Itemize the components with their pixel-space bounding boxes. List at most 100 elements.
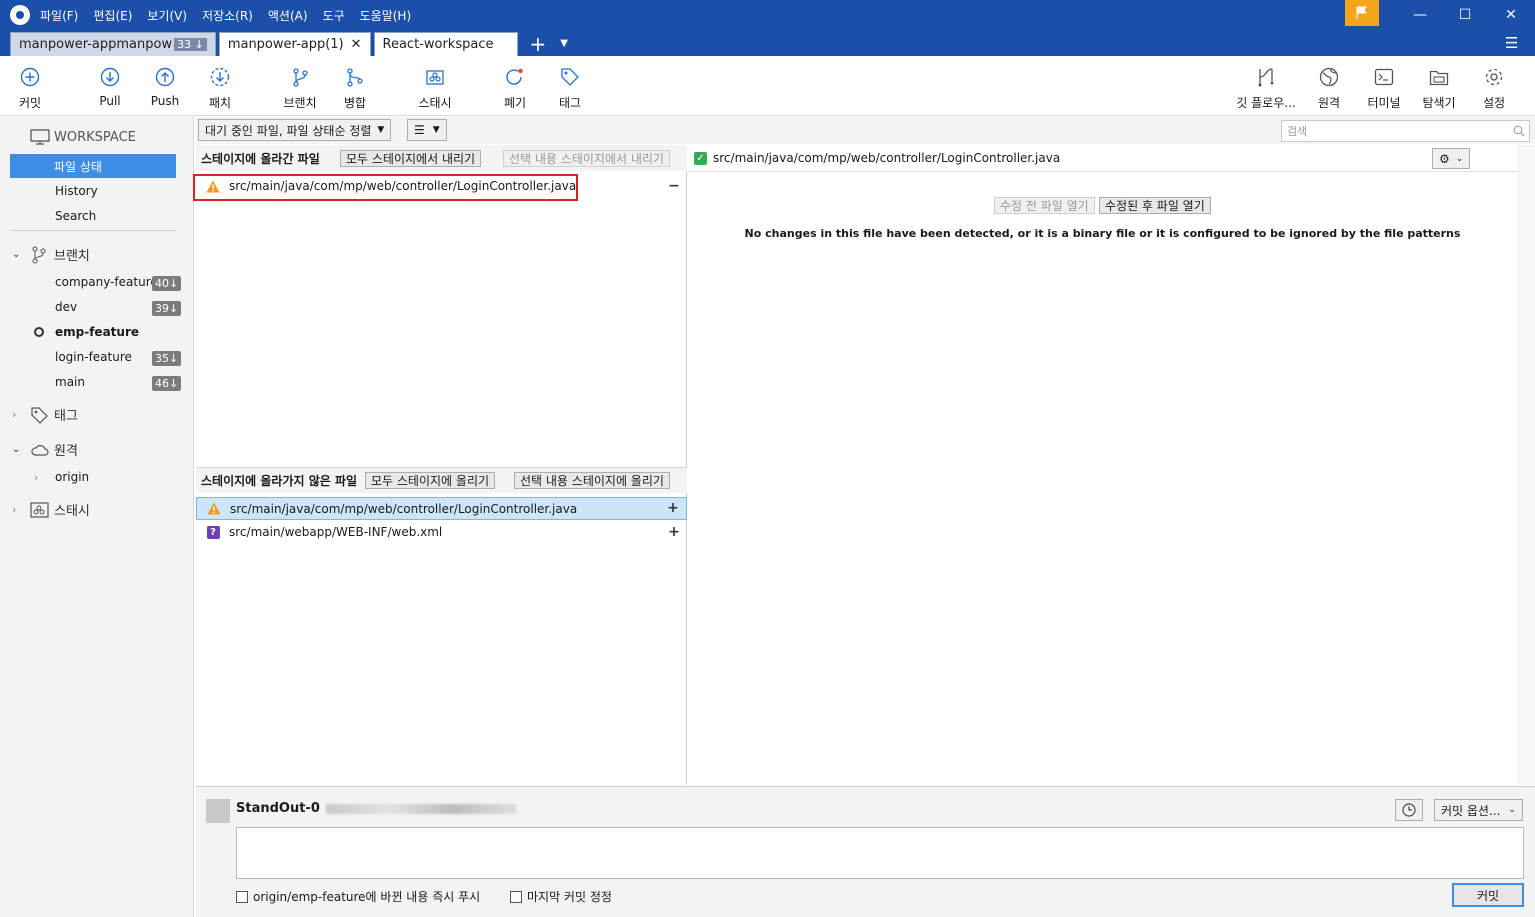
- menu-repository[interactable]: 저장소(R): [202, 7, 253, 24]
- stash-button[interactable]: 스태시: [405, 66, 465, 111]
- no-changes-message: No changes in this file have been detect…: [744, 227, 1461, 240]
- stage-file-plus-icon[interactable]: +: [666, 500, 680, 516]
- tab-manpower-appmanpow[interactable]: manpower-appmanpow 33 ↓: [10, 32, 216, 56]
- minimize-icon[interactable]: —: [1398, 0, 1442, 30]
- clock-icon: [1402, 803, 1416, 817]
- unstaged-file-row[interactable]: ? src/main/webapp/WEB-INF/web.xml +: [196, 521, 687, 543]
- file-path: src/main/webapp/WEB-INF/web.xml: [229, 525, 443, 539]
- stashes-header[interactable]: › 스태시: [12, 500, 90, 519]
- branch-behind-count: 39↓: [152, 301, 182, 316]
- diff-scrollbar[interactable]: [1518, 145, 1535, 785]
- branch-login-feature[interactable]: login-feature: [55, 350, 132, 364]
- tab-badge: 33 ↓: [174, 38, 207, 51]
- commit-message-input[interactable]: [236, 827, 1524, 879]
- push-button[interactable]: Push: [135, 66, 195, 108]
- menu-actions[interactable]: 액션(A): [268, 7, 308, 24]
- unstage-selected-button[interactable]: 선택 내용 스테이지에서 내리기: [503, 150, 670, 167]
- sort-dropdown[interactable]: 대기 중인 파일, 파일 상태순 정렬 ▼: [198, 119, 392, 141]
- menu-file[interactable]: 파일(F): [40, 7, 78, 24]
- stage-file-plus-icon[interactable]: +: [667, 524, 681, 540]
- list-icon: ☰: [414, 123, 425, 137]
- unstaged-title: 스테이지에 올라가지 않은 파일: [201, 474, 358, 488]
- discard-icon: [504, 66, 526, 88]
- merge-button[interactable]: 병합: [325, 66, 385, 111]
- open-after-button[interactable]: 수정된 후 파일 열기: [1099, 197, 1211, 214]
- new-tab-icon[interactable]: +: [530, 32, 547, 56]
- amend-label: 마지막 커밋 정정: [527, 890, 612, 904]
- branch-name: main: [55, 375, 85, 389]
- branches-header[interactable]: ⌄ 브랜치: [12, 245, 90, 264]
- commit-button[interactable]: 커밋: [1452, 883, 1524, 907]
- pull-button[interactable]: Pull: [80, 66, 140, 108]
- stage-all-button[interactable]: 모두 스테이지에 올리기: [365, 472, 496, 489]
- unstage-all-button[interactable]: 모두 스테이지에서 내리기: [340, 150, 482, 167]
- stage-selected-button[interactable]: 선택 내용 스테이지에 올리기: [514, 472, 670, 489]
- terminal-button[interactable]: 터미널: [1354, 66, 1414, 111]
- branch-button[interactable]: 브랜치: [270, 66, 330, 111]
- remotes-header[interactable]: ⌄ 원격: [12, 440, 78, 459]
- checkmark-icon: ✓: [694, 151, 707, 165]
- branch-company-feature[interactable]: company-feature: [55, 275, 158, 289]
- menu-edit[interactable]: 편집(E): [93, 7, 132, 24]
- remote-button[interactable]: 원격: [1299, 66, 1359, 111]
- sidebar: WORKSPACE 파일 상태 History Search ⌄ 브랜치 com…: [0, 117, 194, 917]
- tag-button[interactable]: 태그: [540, 66, 600, 111]
- push-immediately-checkbox[interactable]: origin/emp-feature에 바뀐 내용 즉시 푸시: [236, 888, 480, 905]
- staged-title: 스테이지에 올라간 파일: [201, 151, 320, 166]
- commit-options-dropdown[interactable]: 커밋 옵션... ⌄: [1434, 799, 1523, 821]
- diff-options-dropdown[interactable]: ⚙ ⌄: [1432, 148, 1471, 169]
- maximize-icon[interactable]: ☐: [1443, 0, 1487, 30]
- commit-icon: [19, 66, 41, 88]
- branch-name: emp-feature: [55, 325, 140, 339]
- tab-manpower-app-1[interactable]: manpower-app(1) ✕: [218, 32, 371, 56]
- unstaged-file-row-selected[interactable]: src/main/java/com/mp/web/controller/Logi…: [196, 497, 687, 520]
- push-icon: [154, 66, 176, 88]
- branch-emp-feature-current[interactable]: emp-feature: [34, 325, 139, 339]
- search-icon: [1513, 125, 1525, 137]
- chevron-right-icon: ›: [12, 408, 17, 421]
- branches-label: 브랜치: [54, 249, 90, 264]
- search-input[interactable]: 검색: [1281, 120, 1530, 142]
- stash-icon: [424, 66, 446, 88]
- open-before-button[interactable]: 수정 전 파일 열기: [994, 197, 1095, 214]
- hamburger-menu-icon[interactable]: ☰: [1505, 34, 1518, 52]
- close-window-icon[interactable]: ✕: [1489, 0, 1533, 30]
- menu-tools[interactable]: 도구: [323, 7, 345, 24]
- gitflow-button[interactable]: 깃 플로우...: [1236, 66, 1296, 111]
- commit-history-button[interactable]: [1395, 799, 1423, 821]
- branch-label: 브랜치: [283, 96, 317, 110]
- workspace-header[interactable]: WORKSPACE: [30, 129, 136, 145]
- menu-view[interactable]: 보기(V): [147, 7, 187, 24]
- commit-toolbar-button[interactable]: 커밋: [0, 66, 60, 111]
- remote-origin[interactable]: › origin: [34, 470, 89, 484]
- sidebar-item-file-status[interactable]: 파일 상태: [10, 154, 176, 178]
- tab-react-workspace[interactable]: React-workspace: [373, 32, 518, 56]
- tags-header[interactable]: › 태그: [12, 405, 78, 424]
- gear-icon: [1483, 66, 1505, 88]
- fetch-label: 패치: [208, 96, 232, 110]
- settings-button[interactable]: 설정: [1464, 66, 1524, 111]
- tag-icon: [559, 66, 581, 88]
- tags-label: 태그: [54, 409, 78, 424]
- menu-help[interactable]: 도움말(H): [360, 7, 412, 24]
- amend-commit-checkbox[interactable]: 마지막 커밋 정정: [510, 888, 612, 905]
- author-name: StandOut-0: [236, 801, 320, 816]
- tab-close-icon[interactable]: ✕: [351, 37, 362, 52]
- sidebar-item-history[interactable]: History: [55, 184, 98, 198]
- fetch-button[interactable]: 패치: [190, 66, 250, 111]
- terminal-icon: [1373, 66, 1395, 88]
- explorer-button[interactable]: 탐색기: [1409, 66, 1469, 111]
- branch-dev[interactable]: dev: [55, 300, 77, 314]
- gitflow-label: 깃 플로우...: [1236, 96, 1296, 110]
- history-label: History: [55, 184, 98, 198]
- sidebar-item-search[interactable]: Search: [55, 209, 96, 223]
- discard-label: 폐기: [503, 96, 527, 110]
- stash-label: 스태시: [418, 96, 452, 110]
- branch-main[interactable]: main: [55, 375, 85, 389]
- view-mode-dropdown[interactable]: ☰ ▼: [407, 119, 447, 141]
- unstage-file-minus-icon[interactable]: −: [667, 178, 681, 194]
- flag-icon[interactable]: [1345, 0, 1379, 26]
- cloud-icon: [31, 444, 49, 456]
- tabs-dropdown-icon[interactable]: ▼: [560, 32, 568, 56]
- discard-button[interactable]: 폐기: [485, 66, 545, 111]
